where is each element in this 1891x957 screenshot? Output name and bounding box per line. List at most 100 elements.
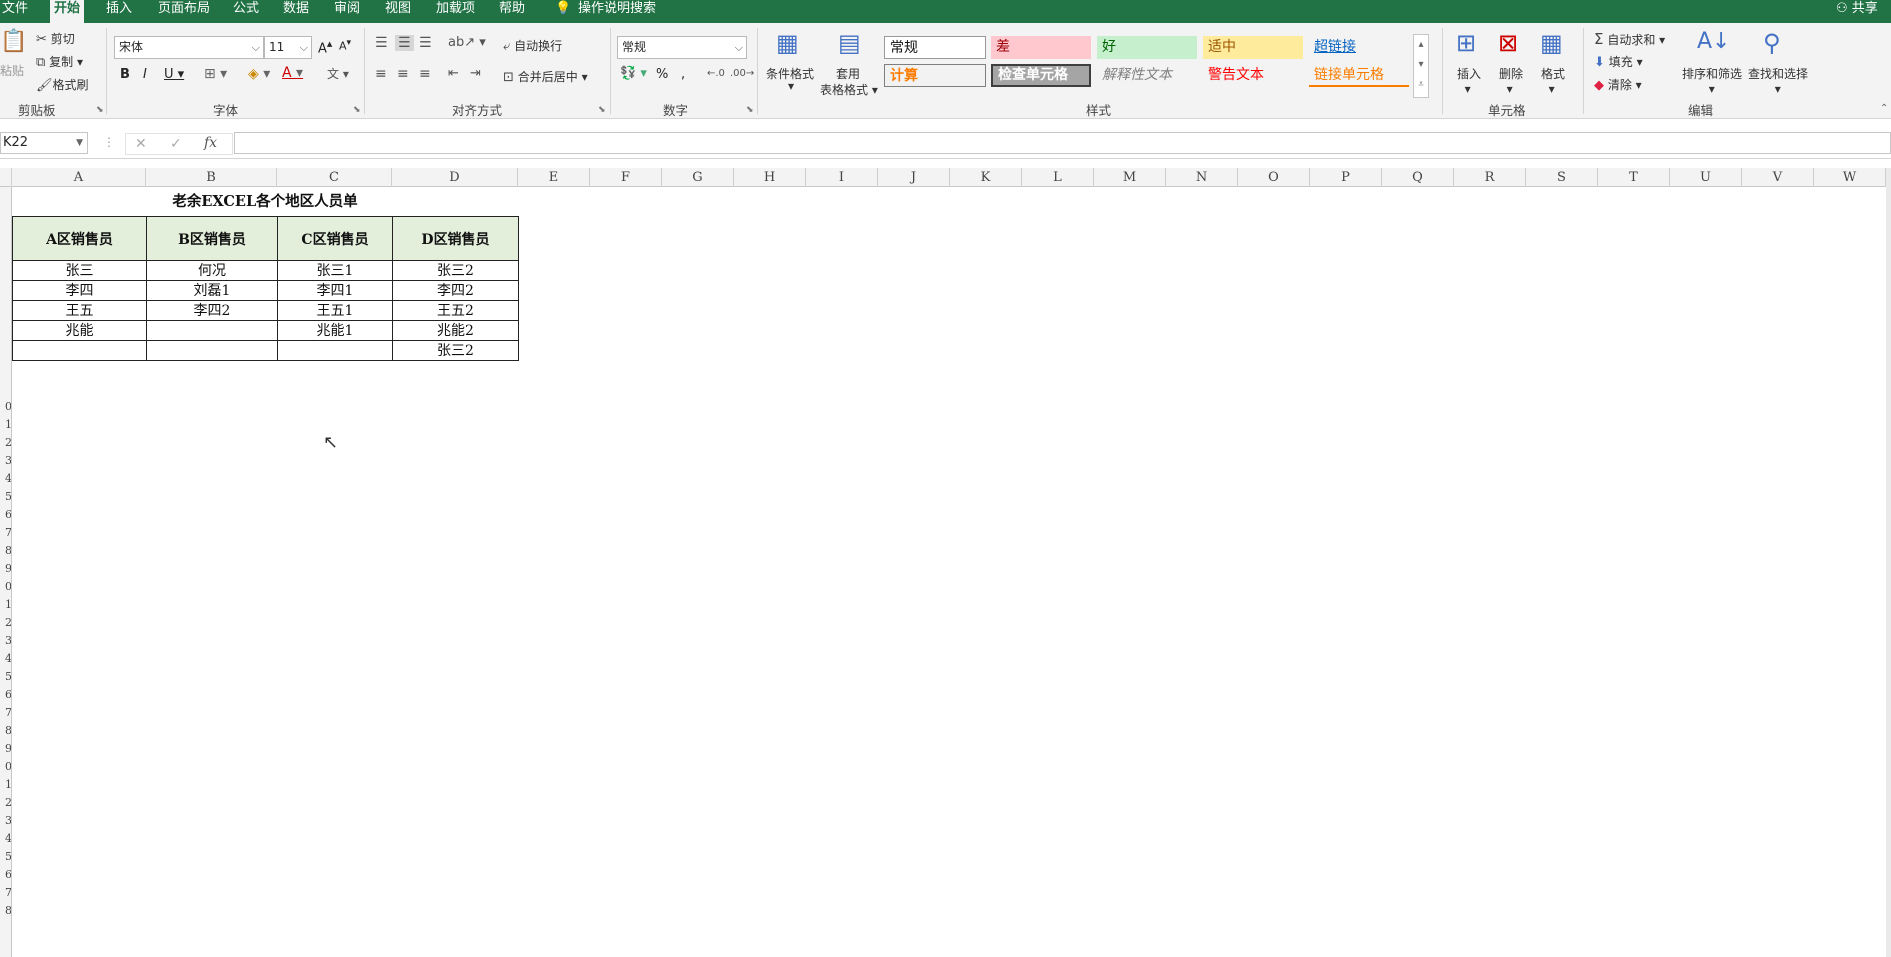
row-header[interactable]: 0 xyxy=(0,580,11,593)
row-header[interactable]: 6 xyxy=(0,688,11,701)
merge-center-button[interactable]: ⊡ 合并后居中 ▾ xyxy=(503,68,588,85)
column-header[interactable]: T xyxy=(1598,168,1670,187)
tab-help[interactable]: 帮助 xyxy=(495,0,529,23)
table-cell[interactable]: 李四2 xyxy=(146,300,278,321)
bold-button[interactable]: B xyxy=(120,67,130,82)
table-header-cell[interactable]: D区销售员 xyxy=(392,216,519,261)
row-header[interactable]: 7 xyxy=(0,526,11,539)
delete-cells-button[interactable]: 删除 ▾ xyxy=(1499,65,1523,96)
tab-file[interactable]: 文件 xyxy=(0,0,32,23)
align-middle-icon[interactable]: ☰ xyxy=(395,35,414,51)
table-cell[interactable] xyxy=(277,340,393,361)
wrap-text-button[interactable]: ⤶ 自动换行 xyxy=(503,37,562,54)
column-header[interactable]: L xyxy=(1022,168,1094,187)
style-linked-cell[interactable]: 链接单元格 xyxy=(1309,64,1409,87)
row-header[interactable]: 4 xyxy=(0,832,11,845)
align-top-icon[interactable]: ☰ xyxy=(375,35,388,51)
column-header[interactable]: K xyxy=(950,168,1022,187)
tell-me-search[interactable]: 操作说明搜索 xyxy=(574,0,660,23)
style-check-cell[interactable]: 检查单元格 xyxy=(991,64,1091,87)
row-header[interactable]: 9 xyxy=(0,742,11,755)
name-box[interactable]: K22 ▼ xyxy=(0,132,88,154)
tab-formulas[interactable]: 公式 xyxy=(229,0,263,23)
table-cell[interactable] xyxy=(146,340,278,361)
style-bad[interactable]: 差 xyxy=(991,36,1091,59)
row-header[interactable]: 4 xyxy=(0,652,11,665)
row-header[interactable]: 7 xyxy=(0,886,11,899)
table-cell[interactable]: 李四2 xyxy=(392,280,519,301)
share-button[interactable]: ⚇ 共享 xyxy=(1832,0,1882,23)
column-header[interactable]: Q xyxy=(1382,168,1454,187)
column-header[interactable]: P xyxy=(1310,168,1382,187)
row-header[interactable]: 0 xyxy=(0,760,11,773)
insert-cells-icon[interactable]: ⊞ xyxy=(1456,29,1476,57)
table-cell[interactable]: 张三1 xyxy=(277,260,393,281)
row-header[interactable]: 8 xyxy=(0,724,11,737)
table-header-cell[interactable]: C区销售员 xyxy=(277,216,393,261)
table-cell[interactable] xyxy=(146,320,278,341)
styles-gallery-scroll[interactable]: ▴ ▾ ⩡ xyxy=(1413,34,1429,98)
style-warning[interactable]: 警告文本 xyxy=(1203,64,1303,87)
row-header[interactable]: 9 xyxy=(0,562,11,575)
increase-decimal-icon[interactable]: ←.0 xyxy=(707,68,725,79)
format-cells-button[interactable]: 格式 ▾ xyxy=(1541,65,1565,96)
row-header[interactable]: 2 xyxy=(0,796,11,809)
tab-insert[interactable]: 插入 xyxy=(102,0,136,23)
fill-color-icon[interactable]: ◈ ▾ xyxy=(248,66,270,82)
tab-review[interactable]: 审阅 xyxy=(330,0,364,23)
align-right-icon[interactable]: ≡ xyxy=(419,66,431,82)
row-header[interactable]: 3 xyxy=(0,814,11,827)
phonetic-icon[interactable]: 文 ▾ xyxy=(327,65,349,82)
decrease-indent-icon[interactable]: ⇤ xyxy=(448,66,459,81)
table-cell[interactable]: 李四 xyxy=(12,280,147,301)
style-explanatory[interactable]: 解释性文本 xyxy=(1097,64,1197,87)
row-header[interactable]: 3 xyxy=(0,634,11,647)
row-header[interactable]: 5 xyxy=(0,850,11,863)
row-header[interactable]: 4 xyxy=(0,472,11,485)
row-header[interactable]: 6 xyxy=(0,868,11,881)
column-header[interactable]: I xyxy=(806,168,878,187)
column-header[interactable]: F xyxy=(590,168,662,187)
table-cell[interactable]: 刘磊1 xyxy=(146,280,278,301)
conditional-format-icon[interactable]: ▦ xyxy=(776,29,799,57)
column-header[interactable]: E xyxy=(518,168,590,187)
table-cell[interactable]: 王五2 xyxy=(392,300,519,321)
orientation-icon[interactable]: ab↗ ▾ xyxy=(448,35,486,50)
sheet-title[interactable]: 老余EXCEL各个地区人员单 xyxy=(12,187,518,216)
clear-button[interactable]: ◆ 清除 ▾ xyxy=(1594,76,1642,93)
row-header[interactable]: 5 xyxy=(0,490,11,503)
row-header[interactable]: 1 xyxy=(0,598,11,611)
tab-home[interactable]: 开始 xyxy=(50,0,85,23)
underline-button[interactable]: U ▾ xyxy=(164,67,184,82)
table-cell[interactable]: 兆能1 xyxy=(277,320,393,341)
table-cell[interactable]: 兆能2 xyxy=(392,320,519,341)
grow-font-icon[interactable]: A▴ xyxy=(318,37,332,56)
column-header[interactable]: V xyxy=(1742,168,1814,187)
collapse-ribbon-icon[interactable]: ⌃ xyxy=(1880,103,1888,114)
column-header[interactable]: M xyxy=(1094,168,1166,187)
align-bottom-icon[interactable]: ☰ xyxy=(419,35,432,51)
enter-icon[interactable]: ✓ xyxy=(170,136,182,152)
style-neutral[interactable]: 适中 xyxy=(1203,36,1303,59)
decrease-decimal-icon[interactable]: .00→ xyxy=(730,68,754,79)
font-size-combo[interactable]: 11 ⌵ xyxy=(264,36,312,59)
column-header[interactable]: B xyxy=(146,168,277,187)
copy-button[interactable]: ⧉ 复制 ▾ xyxy=(36,53,83,70)
table-cell[interactable]: 张三2 xyxy=(392,260,519,281)
function-icon[interactable]: fx xyxy=(204,135,217,151)
table-cell[interactable]: 王五 xyxy=(12,300,147,321)
tab-page-layout[interactable]: 页面布局 xyxy=(154,0,214,23)
column-header[interactable]: D xyxy=(392,168,518,187)
row-header[interactable]: 0 xyxy=(0,400,11,413)
sort-filter-icon[interactable]: A↓ xyxy=(1697,29,1730,54)
column-header[interactable]: C xyxy=(277,168,392,187)
table-format-button[interactable]: 表格格式 ▾ xyxy=(820,81,878,98)
tab-addins[interactable]: 加载项 xyxy=(432,0,479,23)
column-header[interactable]: S xyxy=(1526,168,1598,187)
italic-button[interactable]: I xyxy=(143,67,147,82)
table-cell[interactable]: 何况 xyxy=(146,260,278,281)
sort-filter-button[interactable]: 排序和筛选 ▾ xyxy=(1682,65,1742,96)
tab-data[interactable]: 数据 xyxy=(279,0,313,23)
increase-indent-icon[interactable]: ⇥ xyxy=(470,66,481,81)
table-cell[interactable]: 张三 xyxy=(12,260,147,281)
